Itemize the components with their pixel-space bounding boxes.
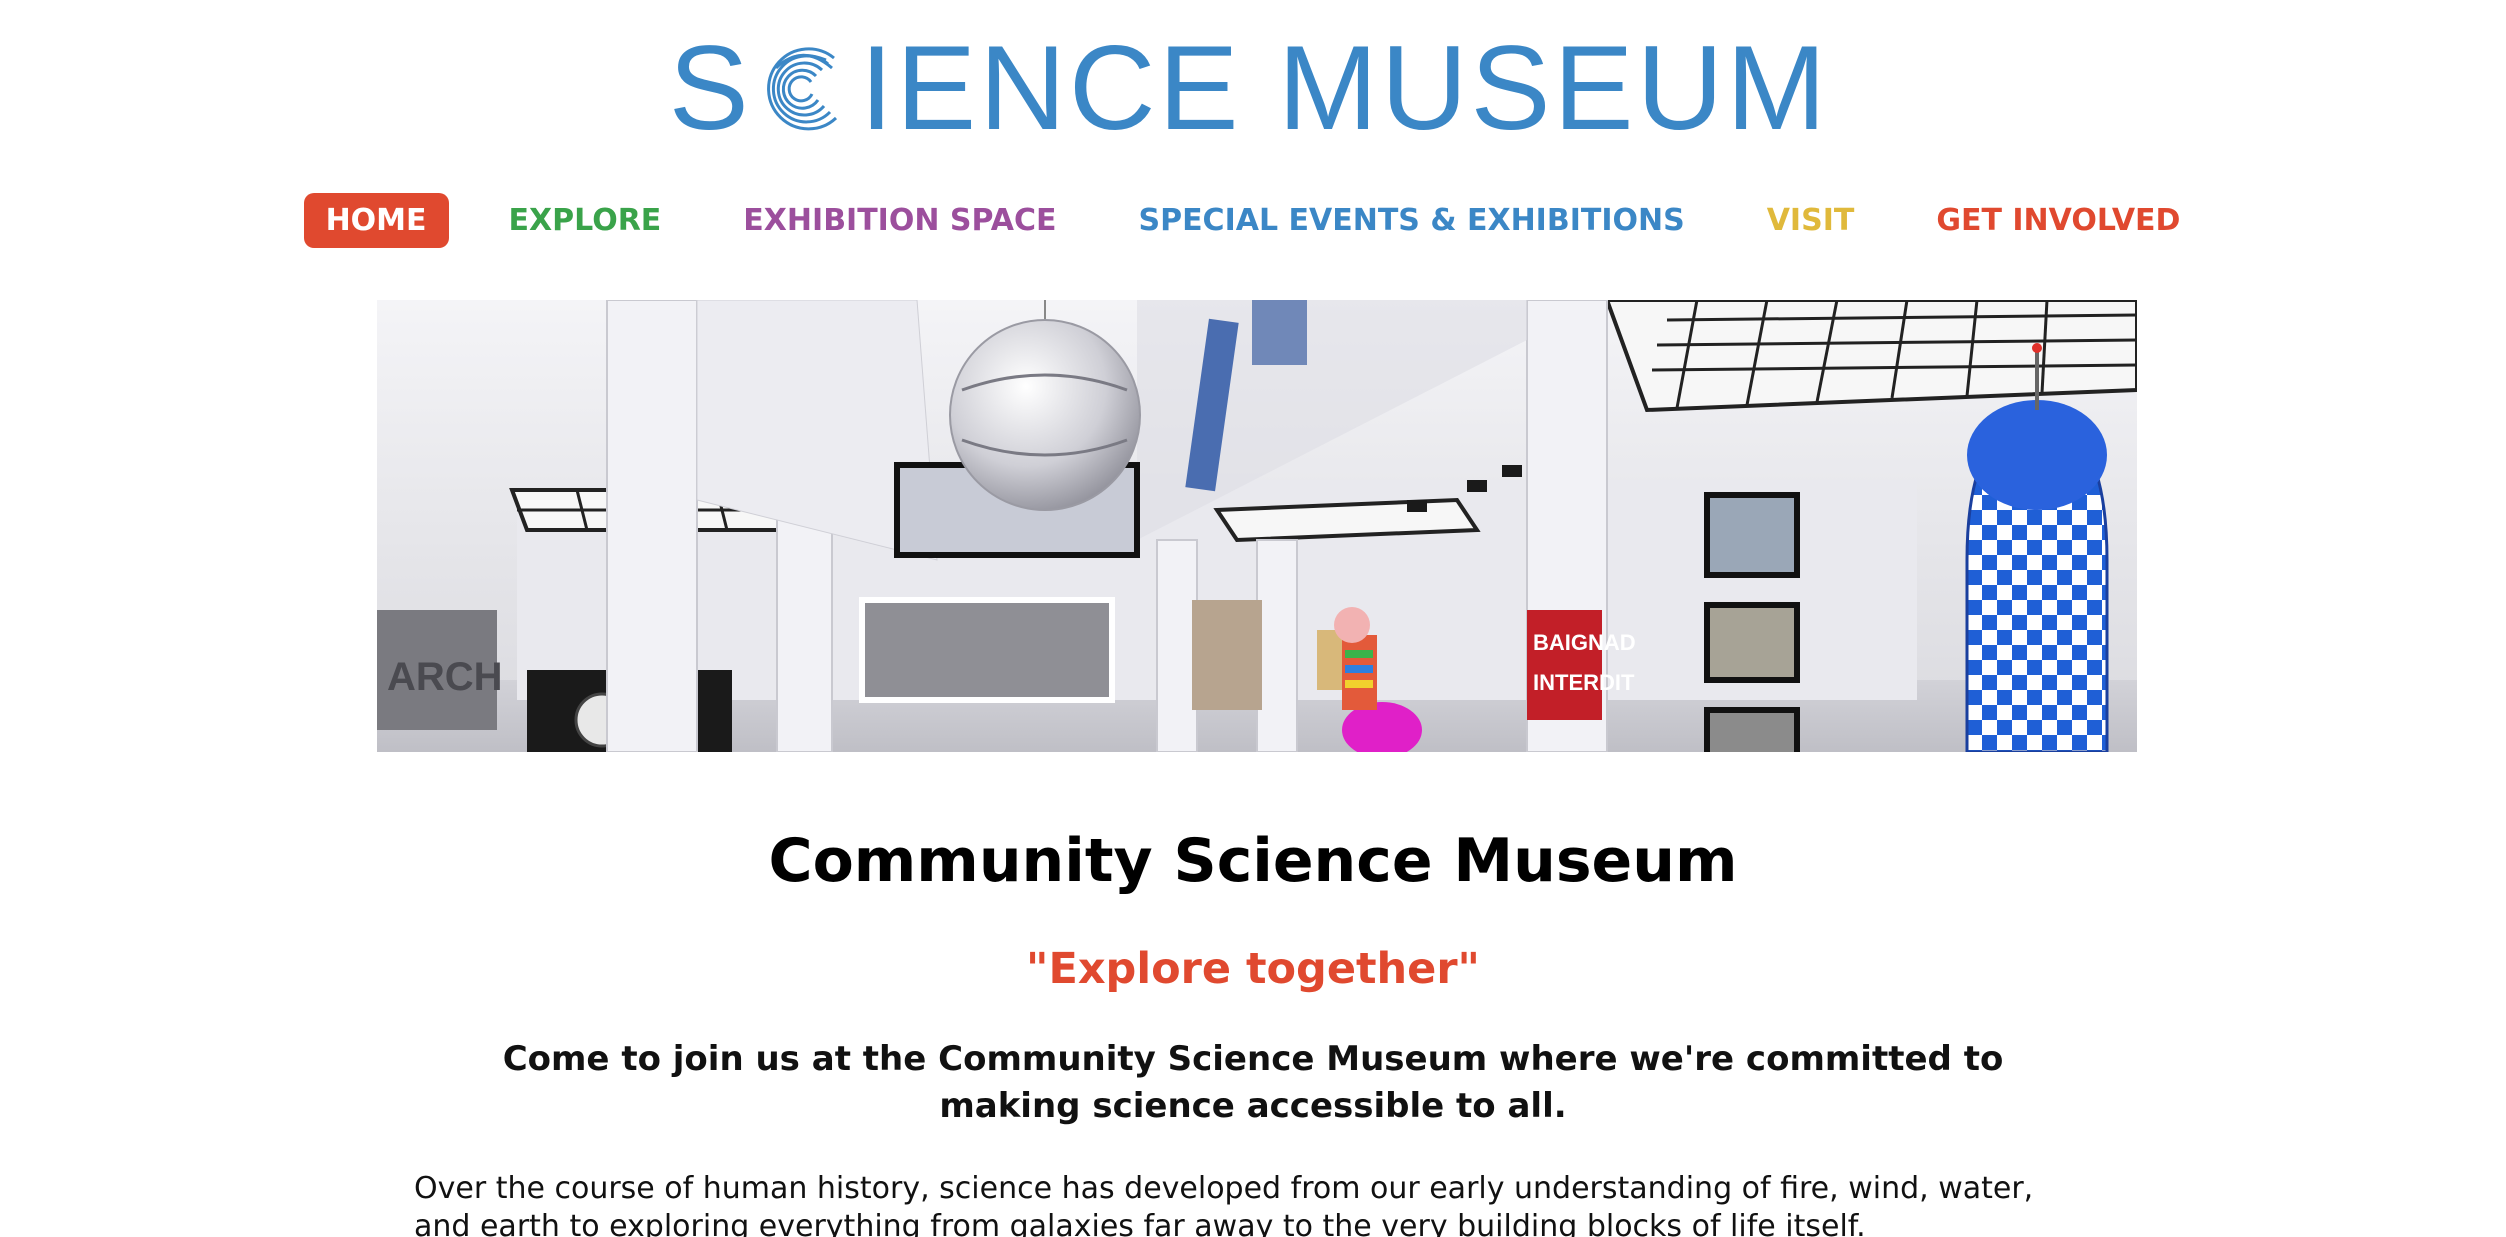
nav-get-involved[interactable]: GET INVOLVED <box>1914 193 2202 248</box>
logo-wordmark: S IENCE MUSEUM <box>669 28 1829 148</box>
svg-text:INTERDIT: INTERDIT <box>1533 670 1635 695</box>
main-nav: HOME EXPLORE EXHIBITION SPACE SPECIAL EV… <box>0 193 2506 248</box>
swirl-c-icon <box>766 47 837 131</box>
logo-text-start: S <box>668 21 752 155</box>
logo-text-end: IENCE MUSEUM <box>859 21 1830 155</box>
body-paragraph: Over the course of human history, scienc… <box>414 1171 2034 1237</box>
nav-exhibition-space[interactable]: EXHIBITION SPACE <box>721 193 1078 248</box>
tagline: "Explore together" <box>1026 944 1480 994</box>
nav-special-events[interactable]: SPECIAL EVENTS & EXHIBITIONS <box>1116 193 1706 248</box>
svg-text:ARCH: ARCH <box>387 655 503 699</box>
site-logo[interactable]: S IENCE MUSEUM <box>0 28 2506 148</box>
hero-image: ARCH BAIGNAD INTERDIT <box>377 300 2137 752</box>
gallery-interior-illustration: ARCH BAIGNAD INTERDIT <box>377 300 2137 752</box>
nav-explore[interactable]: EXPLORE <box>487 193 684 248</box>
page: S IENCE MUSEUM HOME EXPLORE EXHIBITION S… <box>0 0 2506 1237</box>
nav-visit[interactable]: VISIT <box>1745 193 1877 248</box>
nav-home[interactable]: HOME <box>303 193 449 248</box>
page-title: Community Science Museum <box>768 826 1738 896</box>
intro-text: Come to join us at the Community Science… <box>502 1039 2004 1126</box>
hero-sign-text: BAIGNAD <box>1533 630 1636 655</box>
